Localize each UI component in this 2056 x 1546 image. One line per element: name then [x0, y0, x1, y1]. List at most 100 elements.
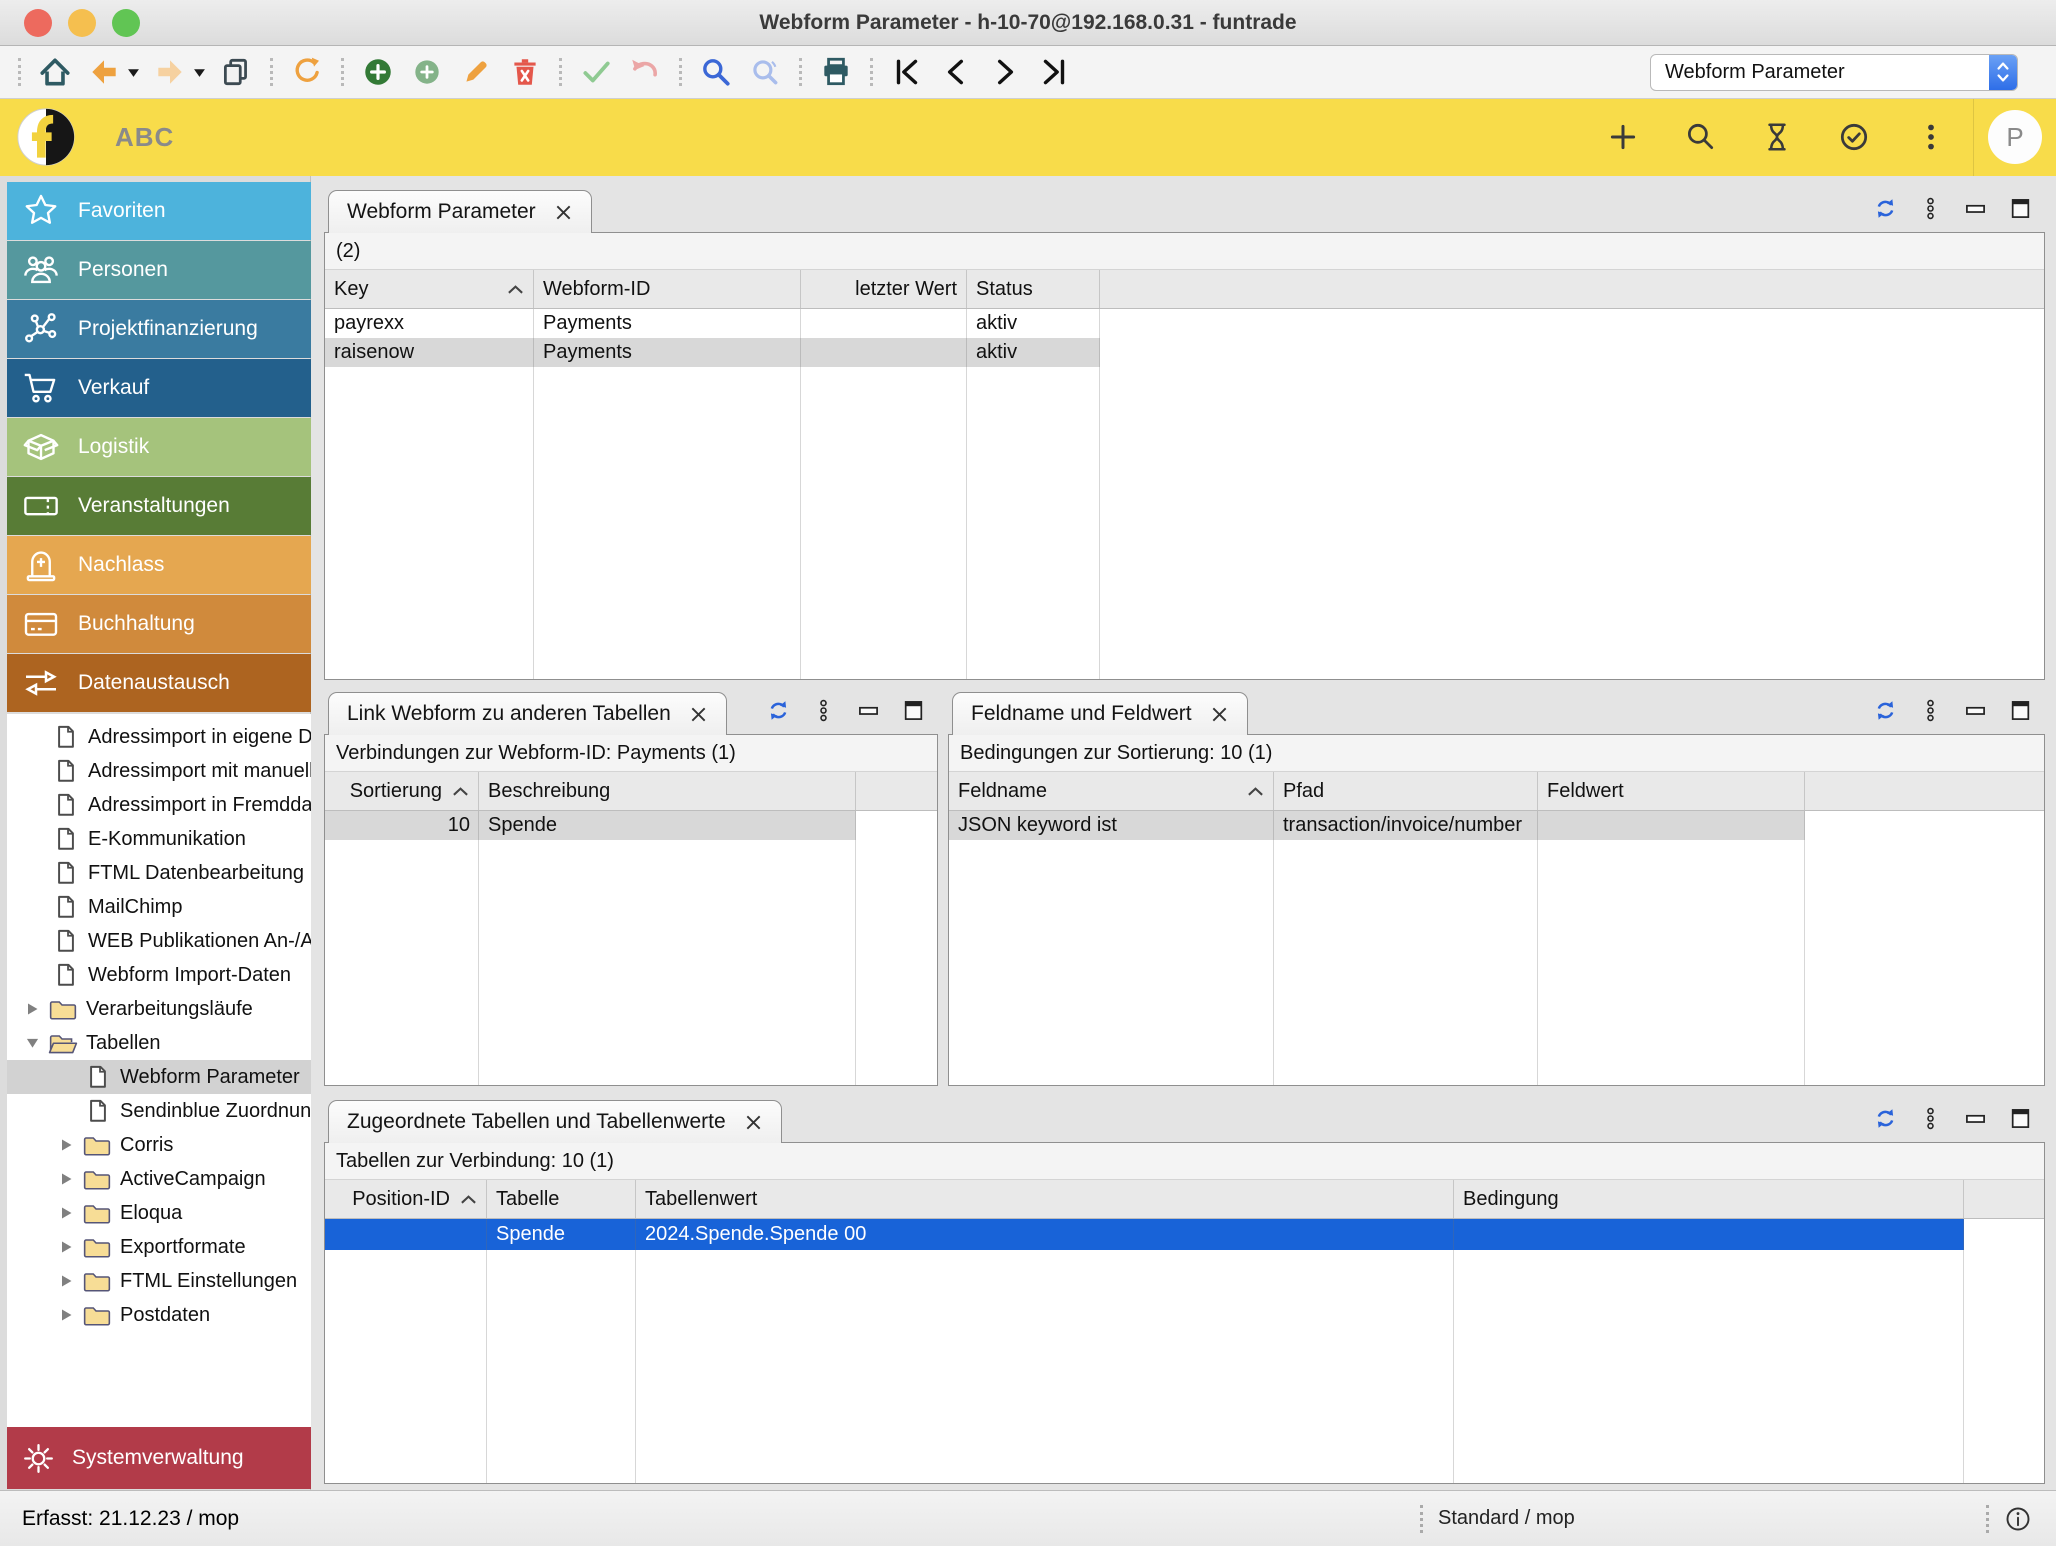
tree-item-web-publikationen-an-ab[interactable]: WEB Publikationen An-/Ab: [7, 924, 311, 958]
kebab-button[interactable]: [1914, 120, 1948, 154]
first-button[interactable]: [888, 52, 926, 92]
sidebar-module-veranstaltungen[interactable]: Veranstaltungen: [7, 477, 311, 535]
column-header-bedingung[interactable]: Bedingung: [1454, 1180, 1964, 1218]
tree-item-adressimport-in-eigene-da[interactable]: Adressimport in eigene Da: [7, 720, 311, 754]
minimize-icon[interactable]: [1963, 1106, 1988, 1131]
caret-right-icon[interactable]: [59, 1274, 73, 1288]
delete-button[interactable]: [506, 52, 544, 92]
close-icon[interactable]: [689, 705, 708, 724]
column-header-status[interactable]: Status: [967, 270, 1100, 308]
find-in-list-button[interactable]: [746, 52, 784, 92]
column-header-sortierung[interactable]: Sortierung: [325, 772, 479, 810]
maximize-icon[interactable]: [2008, 1106, 2033, 1131]
edit-button[interactable]: [457, 52, 495, 92]
forward-menu-caret-button[interactable]: [192, 52, 206, 92]
sidebar-module-buchhaltung[interactable]: Buchhaltung: [7, 595, 311, 653]
reload-button[interactable]: [288, 52, 326, 92]
close-icon[interactable]: [554, 203, 573, 222]
column-header-key[interactable]: Key: [325, 270, 534, 308]
tree-item-tabellen[interactable]: Tabellen: [7, 1026, 311, 1060]
close-icon[interactable]: [744, 1113, 763, 1132]
last-button[interactable]: [1035, 52, 1073, 92]
panel-menu-icon[interactable]: [1918, 698, 1943, 723]
minimize-icon[interactable]: [1963, 196, 1988, 221]
caret-right-icon[interactable]: [59, 1308, 73, 1322]
table-row[interactable]: 10Spende: [325, 811, 937, 840]
tab-feldname-und-feldwert[interactable]: Feldname und Feldwert: [952, 692, 1248, 735]
avatar[interactable]: P: [1988, 110, 2042, 164]
tree-item-webform-import-daten[interactable]: Webform Import-Daten: [7, 958, 311, 992]
tree-item-corris[interactable]: Corris: [7, 1128, 311, 1162]
print-button[interactable]: [817, 52, 855, 92]
info-icon[interactable]: [2004, 1505, 2032, 1533]
panel-menu-icon[interactable]: [1918, 196, 1943, 221]
tab-webform-parameter[interactable]: Webform Parameter: [328, 190, 592, 233]
table-row[interactable]: raisenowPaymentsaktiv: [325, 338, 2044, 367]
table-row[interactable]: JSON keyword isttransaction/invoice/numb…: [949, 811, 2044, 840]
back-menu-caret-button[interactable]: [126, 52, 140, 92]
tree-item-e-kommunikation[interactable]: E-Kommunikation: [7, 822, 311, 856]
column-header-webform-id[interactable]: Webform-ID: [534, 270, 801, 308]
tab-zugeordnete-tabellen-und-tabellenwerte[interactable]: Zugeordnete Tabellen und Tabellenwerte: [328, 1100, 782, 1143]
next-button[interactable]: [986, 52, 1024, 92]
hourglass-button[interactable]: [1760, 120, 1794, 154]
sidebar-module-logistik[interactable]: Logistik: [7, 418, 311, 476]
caret-right-icon[interactable]: [59, 1138, 73, 1152]
minimize-icon[interactable]: [1963, 698, 1988, 723]
close-icon[interactable]: [1210, 705, 1229, 724]
plus-button[interactable]: [1606, 120, 1640, 154]
find-button[interactable]: [697, 52, 735, 92]
caret-right-icon[interactable]: [59, 1172, 73, 1186]
import-record-button[interactable]: [408, 52, 446, 92]
column-header-letzter-wert[interactable]: letzter Wert: [801, 270, 967, 308]
search-button[interactable]: [1683, 120, 1717, 154]
new-record-button[interactable]: [359, 52, 397, 92]
column-header-feldwert[interactable]: Feldwert: [1538, 772, 1805, 810]
minimize-icon[interactable]: [856, 698, 881, 723]
panel-menu-icon[interactable]: [811, 698, 836, 723]
sidebar-module-personen[interactable]: Personen: [7, 241, 311, 299]
tree-item-ftml-datenbearbeitung[interactable]: FTML Datenbearbeitung: [7, 856, 311, 890]
table-row[interactable]: Spende2024.Spende.Spende 00: [325, 1219, 2044, 1250]
tree-item-adressimport-mit-manuell[interactable]: Adressimport mit manuell: [7, 754, 311, 788]
stepper-icon[interactable]: [1989, 55, 2017, 90]
home-button[interactable]: [36, 52, 74, 92]
approve-button[interactable]: [1837, 120, 1871, 154]
sidebar-module-favoriten[interactable]: Favoriten: [7, 182, 311, 240]
table-row[interactable]: payrexxPaymentsaktiv: [325, 309, 2044, 338]
duplicate-button[interactable]: [217, 52, 255, 92]
refresh-icon[interactable]: [1873, 1106, 1898, 1131]
caret-right-icon[interactable]: [59, 1240, 73, 1254]
tree-item-verarbeitungsläufe[interactable]: Verarbeitungsläufe: [7, 992, 311, 1026]
tree-item-postdaten[interactable]: Postdaten: [7, 1298, 311, 1332]
tree-item-mailchimp[interactable]: MailChimp: [7, 890, 311, 924]
undo-button[interactable]: [626, 52, 664, 92]
column-header-beschreibung[interactable]: Beschreibung: [479, 772, 856, 810]
caret-right-icon[interactable]: [59, 1206, 73, 1220]
column-header-tabelle[interactable]: Tabelle: [487, 1180, 636, 1218]
tree-item-webform-parameter[interactable]: Webform Parameter: [7, 1060, 311, 1094]
confirm-button[interactable]: [577, 52, 615, 92]
sidebar-item-systemverwaltung[interactable]: Systemverwaltung: [7, 1427, 311, 1489]
column-header-tabellenwert[interactable]: Tabellenwert: [636, 1180, 1454, 1218]
sidebar-module-projektfinanzierung[interactable]: Projektfinanzierung: [7, 300, 311, 358]
prev-button[interactable]: [937, 52, 975, 92]
tree-item-sendinblue-zuordnung[interactable]: Sendinblue Zuordnung: [7, 1094, 311, 1128]
tree-item-ftml-einstellungen[interactable]: FTML Einstellungen: [7, 1264, 311, 1298]
tab-link-webform-zu-anderen-tabellen[interactable]: Link Webform zu anderen Tabellen: [328, 692, 727, 735]
back-button[interactable]: [85, 52, 123, 92]
tree-item-eloqua[interactable]: Eloqua: [7, 1196, 311, 1230]
tree-item-adressimport-in-fremddat[interactable]: Adressimport in Fremddat: [7, 788, 311, 822]
column-header-position-id[interactable]: Position-ID: [325, 1180, 487, 1218]
view-selector[interactable]: Webform Parameter: [1650, 54, 2018, 91]
forward-button[interactable]: [151, 52, 189, 92]
maximize-icon[interactable]: [2008, 196, 2033, 221]
column-header-pfad[interactable]: Pfad: [1274, 772, 1538, 810]
refresh-icon[interactable]: [1873, 196, 1898, 221]
tree-item-activecampaign[interactable]: ActiveCampaign: [7, 1162, 311, 1196]
column-header-feldname[interactable]: Feldname: [949, 772, 1274, 810]
maximize-icon[interactable]: [2008, 698, 2033, 723]
refresh-icon[interactable]: [766, 698, 791, 723]
maximize-icon[interactable]: [901, 698, 926, 723]
refresh-icon[interactable]: [1873, 698, 1898, 723]
